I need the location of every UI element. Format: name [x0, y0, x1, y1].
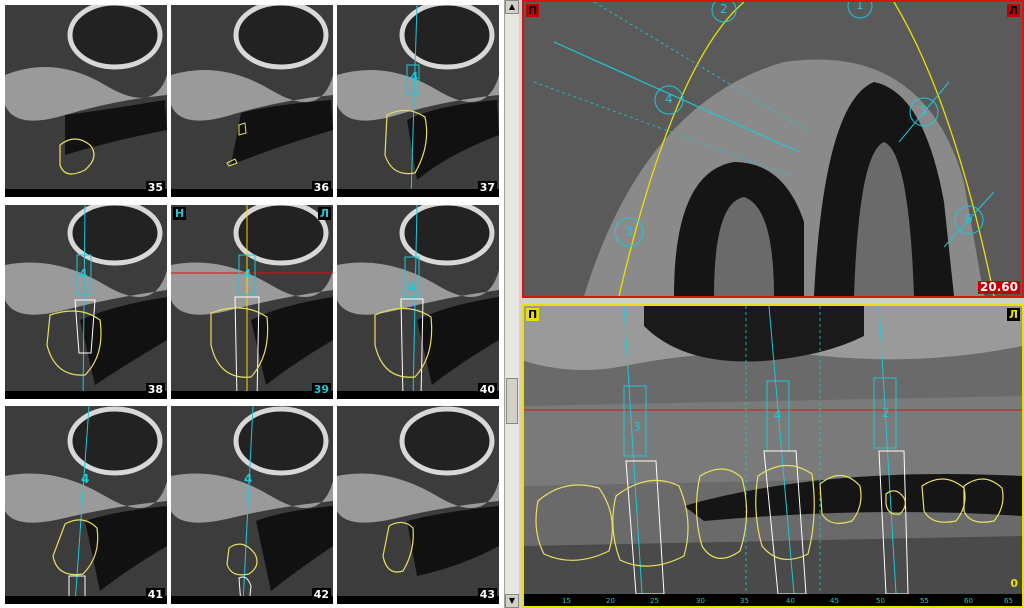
slice-41[interactable]: 4 41 [5, 406, 167, 604]
slice-grid: 35 36 4 37 4 38 4 Н Л 39 4 40 4 41 4 42 … [0, 0, 504, 608]
slice-ruler [5, 391, 167, 399]
slice-image [337, 205, 499, 399]
panoramic-image [524, 306, 1022, 606]
slice-number: 36 [311, 181, 331, 194]
implant-marker-5[interactable]: 5 [920, 104, 928, 118]
slice-number: 38 [145, 383, 165, 396]
scroll-down-arrow-icon[interactable]: ▼ [505, 594, 519, 608]
slice-number: 35 [145, 181, 165, 194]
slice-number: 40 [477, 383, 497, 396]
slice-ruler [337, 189, 499, 197]
scale-tick: 60 [964, 597, 973, 605]
slice-image [337, 406, 499, 604]
slice-ruler [5, 596, 167, 604]
slice-37[interactable]: 4 37 [337, 5, 499, 197]
slice-ruler [337, 391, 499, 399]
slice-image [171, 5, 333, 197]
slice-number: 43 [477, 588, 497, 601]
implant-marker-6[interactable]: 6 [965, 212, 973, 226]
slice-number: 42 [311, 588, 331, 601]
pano-implant-label-4[interactable]: 4 [774, 408, 782, 422]
slice-image [337, 5, 499, 197]
slice-image [171, 205, 333, 399]
axial-corner-left: П [526, 4, 540, 17]
scale-tick: 65 [1004, 597, 1013, 605]
slice-ruler [171, 391, 333, 399]
slice-number: 39 [311, 383, 331, 396]
slice-39-active[interactable]: 4 Н Л 39 [171, 205, 333, 399]
implant-marker-2[interactable]: 2 [720, 2, 728, 16]
scroll-up-arrow-icon[interactable]: ▲ [505, 0, 519, 14]
implant-marker-1[interactable]: 1 [856, 2, 864, 12]
axial-image [524, 2, 1022, 296]
implant-label: 4 [410, 70, 419, 84]
slice-number: 37 [477, 181, 497, 194]
scale-tick: 30 [696, 597, 705, 605]
implant-label: 4 [407, 280, 416, 294]
implant-label: 4 [79, 267, 88, 281]
slice-number: 41 [145, 588, 165, 601]
scale-tick: 35 [740, 597, 749, 605]
slice-ruler [171, 189, 333, 197]
slice-image [5, 5, 167, 197]
slice-image [171, 406, 333, 604]
slice-40[interactable]: 4 40 [337, 205, 499, 399]
slice-42[interactable]: 4 42 [171, 406, 333, 604]
pano-corner-right: Л [1006, 308, 1020, 321]
slice-36[interactable]: 36 [171, 5, 333, 197]
panoramic-view[interactable]: 3 4 2 П Л 0 15 20 25 30 35 40 45 50 55 6… [522, 304, 1024, 608]
implant-label: 4 [244, 472, 253, 486]
scroll-thumb[interactable] [506, 378, 518, 424]
scale-tick: 15 [562, 597, 571, 605]
slice-38[interactable]: 4 38 [5, 205, 167, 399]
slice-image [5, 205, 167, 399]
scale-tick: 20 [606, 597, 615, 605]
axial-view[interactable]: 2 4 5 3 6 1 П Л 20.60 [522, 0, 1024, 298]
pano-implant-label-3[interactable]: 3 [633, 420, 641, 434]
slice-43[interactable]: 43 [337, 406, 499, 604]
implant-marker-3[interactable]: 3 [625, 224, 633, 238]
implant-label: 4 [81, 472, 90, 486]
slice-scrollbar[interactable]: ▲ ▼ [504, 0, 519, 608]
pano-implant-label-2[interactable]: 2 [882, 406, 890, 420]
scale-tick: 50 [876, 597, 885, 605]
implant-marker-4[interactable]: 4 [665, 92, 673, 106]
depth-readout: 20.60 [978, 280, 1020, 294]
corner-label-right: Л [317, 207, 331, 220]
scale-tick: 55 [920, 597, 929, 605]
slice-ruler [171, 596, 333, 604]
scale-tick: 40 [786, 597, 795, 605]
slice-35[interactable]: 35 [5, 5, 167, 197]
pano-corner-left: П [526, 308, 540, 321]
scale-tick: 25 [650, 597, 659, 605]
axial-corner-right: Л [1006, 4, 1020, 17]
pano-scale: 15 20 25 30 35 40 45 50 55 60 65 [524, 594, 1022, 606]
slice-ruler [337, 596, 499, 604]
scale-tick: 45 [830, 597, 839, 605]
implant-label: 4 [243, 267, 252, 281]
corner-label-left: Н [173, 207, 187, 220]
slice-ruler [5, 189, 167, 197]
slice-image [5, 406, 167, 604]
pano-zero-label: 0 [1010, 577, 1018, 590]
